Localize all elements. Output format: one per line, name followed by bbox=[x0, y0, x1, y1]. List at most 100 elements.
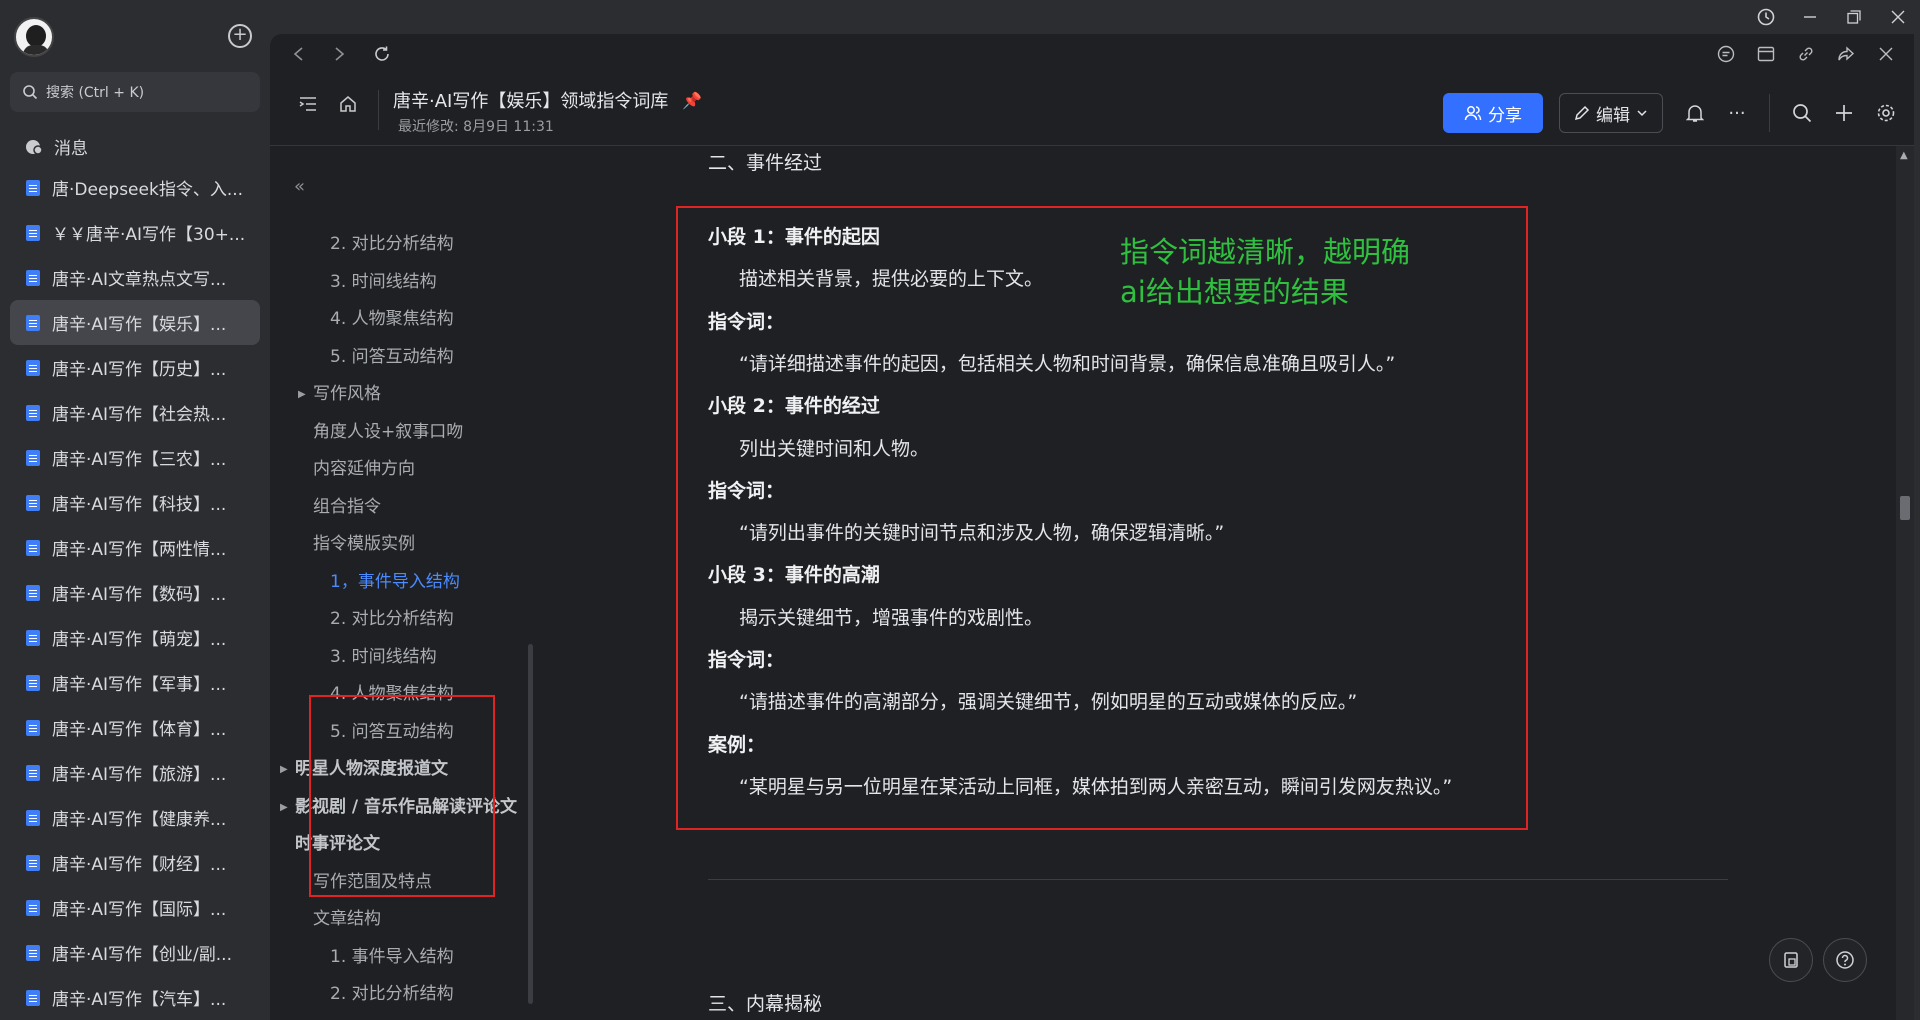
collapse-outline-icon[interactable]: « bbox=[294, 176, 305, 197]
share-button[interactable]: 分享 bbox=[1443, 93, 1543, 133]
doc-list-item[interactable]: 唐辛·AI写作【科技】... bbox=[10, 480, 260, 525]
messages-item[interactable]: 消息 bbox=[24, 134, 88, 159]
doc-list-item[interactable]: 唐辛·AI写作【娱乐】... bbox=[10, 300, 260, 345]
comment-icon[interactable] bbox=[1716, 44, 1736, 64]
expand-triangle-icon[interactable]: ▶ bbox=[280, 751, 288, 789]
doc-list-item[interactable]: 唐辛·AI写作【旅游】... bbox=[10, 750, 260, 795]
float-buttons bbox=[1769, 938, 1867, 982]
scroll-up-icon[interactable]: ▲ bbox=[1900, 150, 1908, 161]
doc-list-item[interactable]: 唐辛·AI写作【两性情... bbox=[10, 525, 260, 570]
expand-triangle-icon[interactable]: ▶ bbox=[280, 789, 288, 827]
pin-icon[interactable]: 📌 bbox=[682, 91, 702, 110]
outline-item[interactable]: 文章结构 bbox=[270, 901, 540, 939]
doc-list-item[interactable]: 唐辛·AI写作【财经】... bbox=[10, 840, 260, 885]
restore-icon[interactable] bbox=[1832, 0, 1876, 34]
outline-item[interactable]: 组合指令 bbox=[270, 489, 540, 527]
doc-list-item-label: 唐辛·AI写作【三农】... bbox=[52, 450, 227, 470]
doc-list-item[interactable]: 唐辛·AI写作【历史】... bbox=[10, 345, 260, 390]
share-label: 分享 bbox=[1488, 105, 1522, 126]
outline-item[interactable]: 3. 时间线结构 bbox=[270, 639, 540, 677]
outline-toggle-icon[interactable] bbox=[298, 94, 318, 114]
avatar[interactable] bbox=[14, 17, 54, 57]
back-icon[interactable] bbox=[288, 44, 308, 64]
outline-item[interactable]: 指令模版实例 bbox=[270, 526, 540, 564]
outline-item[interactable]: 4. 人物聚焦结构 bbox=[270, 301, 540, 339]
outline-item[interactable]: 2. 对比分析结构 bbox=[270, 226, 540, 264]
doc-icon bbox=[26, 944, 40, 961]
edit-button[interactable]: 编辑 bbox=[1559, 93, 1663, 133]
outline-item-label: 5. 问答互动结构 bbox=[330, 346, 454, 367]
link-icon[interactable] bbox=[1796, 44, 1816, 64]
doc-icon bbox=[26, 224, 40, 241]
search-doc-icon[interactable] bbox=[1792, 103, 1812, 123]
outline-item[interactable]: 1，事件导入结构 bbox=[270, 564, 540, 602]
doc-list-item[interactable]: 唐辛·AI写作【创业/副... bbox=[10, 930, 260, 975]
doc-list-item[interactable]: 唐·Deepseek指令、入... bbox=[10, 165, 260, 210]
outline-item[interactable]: 内容延伸方向 bbox=[270, 451, 540, 489]
divider bbox=[708, 879, 1728, 880]
doc-list-item[interactable]: 唐辛·AI写作【三农】... bbox=[10, 435, 260, 480]
doc-list-item[interactable]: 唐辛·AI写作【体育】... bbox=[10, 705, 260, 750]
content-label: 案例： bbox=[708, 733, 766, 756]
doc-icon bbox=[26, 899, 40, 916]
outline-item-label: 文章结构 bbox=[313, 909, 381, 929]
bookmark-icon[interactable] bbox=[1769, 938, 1813, 982]
bell-icon[interactable] bbox=[1685, 103, 1705, 123]
doc-list-item[interactable]: ￥￥唐辛·AI写作【30+... bbox=[10, 210, 260, 255]
content-paragraph: 列出关键时间和人物。 bbox=[739, 437, 930, 460]
doc-icon bbox=[26, 809, 40, 826]
home-icon[interactable] bbox=[338, 94, 358, 114]
doc-list-item[interactable]: 唐辛·AI写作【数码】... bbox=[10, 570, 260, 615]
doc-icon bbox=[26, 989, 40, 1006]
plus-icon[interactable] bbox=[1834, 103, 1854, 123]
doc-list-item[interactable]: 唐辛·AI写作【汽车】... bbox=[10, 975, 260, 1020]
help-icon[interactable] bbox=[1823, 938, 1867, 982]
expand-triangle-icon[interactable]: ▶ bbox=[298, 376, 306, 414]
doc-icon bbox=[26, 854, 40, 871]
outline-item[interactable]: 5. 问答互动结构 bbox=[270, 339, 540, 377]
outline-scrollbar[interactable] bbox=[528, 644, 533, 1004]
outline-item[interactable]: 3. 时间线结构 bbox=[270, 264, 540, 302]
close-tab-icon[interactable] bbox=[1876, 44, 1896, 64]
outline-item[interactable]: 角度人设+叙事口吻 bbox=[270, 414, 540, 452]
content-paragraph: “请详细描述事件的起因，包括相关人物和时间背景，确保信息准确且吸引人。” bbox=[739, 352, 1396, 375]
doc-list-item[interactable]: 唐辛·AI写作【社会热... bbox=[10, 390, 260, 435]
forward-icon[interactable] bbox=[330, 44, 350, 64]
doc-list-item[interactable]: 唐辛·AI写作【健康养... bbox=[10, 795, 260, 840]
outline-highlight-box bbox=[309, 695, 495, 897]
doc-list-item[interactable]: 唐辛·AI写作【国际】... bbox=[10, 885, 260, 930]
doc-header: 唐辛·AI写作【娱乐】领域指令词库 📌 最近修改: 8月9日 11:31 分享 编… bbox=[270, 76, 1914, 146]
content-label: 小段 1：事件的起因 bbox=[708, 226, 880, 248]
forward-share-icon[interactable] bbox=[1836, 44, 1856, 64]
minimize-icon[interactable] bbox=[1788, 0, 1832, 34]
settings-icon[interactable] bbox=[1876, 103, 1896, 123]
scroll-thumb[interactable] bbox=[1900, 496, 1910, 520]
search-input[interactable]: 搜索 (Ctrl + K) bbox=[10, 72, 260, 112]
outline-item[interactable]: 1. 事件导入结构 bbox=[270, 939, 540, 977]
close-icon[interactable] bbox=[1876, 0, 1920, 34]
doc-list-item[interactable]: 唐辛·AI文章热点文写... bbox=[10, 255, 260, 300]
outline-item[interactable]: 2. 对比分析结构 bbox=[270, 601, 540, 639]
doc-list-item-label: ￥￥唐辛·AI写作【30+... bbox=[52, 225, 246, 245]
history-icon[interactable] bbox=[1744, 0, 1788, 34]
messages-label: 消息 bbox=[54, 139, 88, 159]
doc-list: 唐·Deepseek指令、入... ￥￥唐辛·AI写作【30+... 唐辛·AI文章… bbox=[10, 165, 260, 1020]
content-scrollbar[interactable]: ▲ bbox=[1896, 146, 1914, 1020]
window-icon[interactable] bbox=[1756, 44, 1776, 64]
outline-item[interactable]: ▶ 写作风格 bbox=[270, 376, 540, 414]
doc-list-item-label: 唐辛·AI写作【军事】... bbox=[52, 675, 227, 695]
doc-list-item-label: 唐辛·AI写作【国际】... bbox=[52, 900, 227, 920]
doc-list-item-label: 唐辛·AI文章热点文写... bbox=[52, 270, 227, 290]
doc-list-item[interactable]: 唐辛·AI写作【军事】... bbox=[10, 660, 260, 705]
outline-item-label: 组合指令 bbox=[313, 496, 381, 517]
content-paragraph: “请列出事件的关键时间节点和涉及人物，确保逻辑清晰。” bbox=[739, 522, 1225, 545]
add-circle-icon[interactable]: + bbox=[228, 24, 252, 48]
content-paragraph: “某明星与另一位明星在某活动上同框，媒体拍到两人亲密互动，瞬间引发网友热议。” bbox=[739, 775, 1453, 798]
outline-item[interactable]: 2. 对比分析结构 bbox=[270, 976, 540, 1014]
doc-list-item[interactable]: 唐辛·AI写作【萌宠】... bbox=[10, 615, 260, 660]
doc-list-item-label: 唐辛·AI写作【汽车】... bbox=[52, 990, 227, 1010]
annotation-line-2: ai给出想要的结果 bbox=[1120, 275, 1349, 309]
more-icon[interactable]: ··· bbox=[1727, 103, 1747, 124]
doc-icon bbox=[26, 269, 40, 286]
refresh-icon[interactable] bbox=[372, 44, 392, 64]
